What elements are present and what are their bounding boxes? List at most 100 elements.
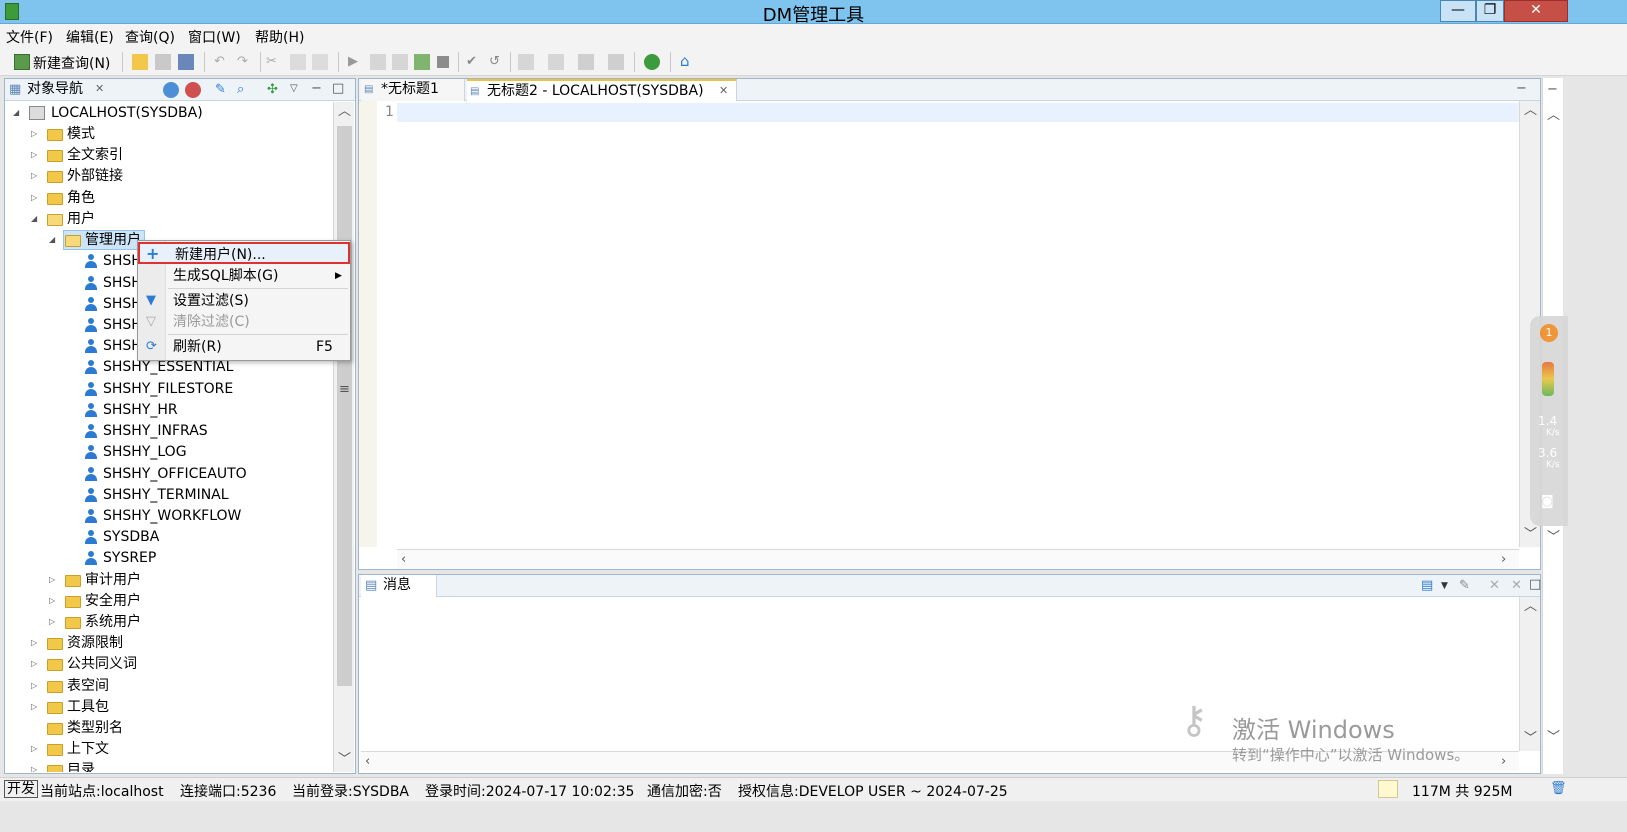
rollback-icon[interactable]: ↺ <box>489 54 500 70</box>
bug-icon[interactable] <box>644 54 660 70</box>
scroll-down-icon[interactable]: ﹀ <box>1524 527 1537 543</box>
message-list-icon[interactable]: ▤ <box>1421 578 1433 594</box>
current-line-highlight[interactable] <box>397 103 1537 122</box>
expand-arrow-icon[interactable]: ▷ <box>49 612 59 632</box>
explain-icon[interactable] <box>414 54 430 70</box>
view-menu-icon[interactable]: ▽ <box>290 81 298 97</box>
close-tab-icon[interactable]: ✕ <box>95 79 104 99</box>
minimize-view-icon[interactable]: − <box>1547 82 1558 98</box>
activation-watermark-title: 激活 Windows <box>1232 716 1395 744</box>
toolbar-separator <box>670 52 671 72</box>
scroll-up-icon[interactable]: ︿ <box>338 104 351 120</box>
maximize-button[interactable]: ❐ <box>1476 0 1504 22</box>
expand-arrow-icon[interactable]: ▷ <box>31 760 41 772</box>
maximize-view-icon[interactable]: □ <box>1529 577 1541 593</box>
run-icon[interactable]: ▶ <box>348 54 358 70</box>
menu-file[interactable]: 文件(F) <box>6 27 53 47</box>
editor-hscrollbar[interactable]: ‹ › <box>397 549 1519 569</box>
calendar-icon[interactable] <box>518 54 534 70</box>
messages-vscrollbar[interactable]: ︿ ﹀ <box>1519 597 1540 751</box>
minimize-view-icon[interactable]: − <box>1516 81 1527 97</box>
home-icon[interactable]: ⌂ <box>680 53 690 69</box>
scroll-up-icon[interactable]: ︿ <box>1547 108 1560 124</box>
menu-item-generate-sql[interactable]: 生成SQL脚本(G) ▶ <box>138 265 350 287</box>
scroll-down-icon[interactable]: ﹀ <box>1547 730 1560 746</box>
scroll-down-icon[interactable]: ﹀ <box>1547 530 1560 546</box>
scroll-right-icon[interactable]: › <box>1501 754 1506 770</box>
expand-arrow-icon[interactable]: ▷ <box>31 166 41 186</box>
scroll-left-icon[interactable]: ‹ <box>401 552 406 568</box>
collapse-icon[interactable]: ◢ <box>13 103 23 123</box>
save-icon[interactable] <box>155 54 171 70</box>
close-tab-icon[interactable]: ✕ <box>719 81 728 101</box>
scroll-down-icon[interactable]: ﹀ <box>338 752 351 768</box>
scroll-down-icon[interactable]: ﹀ <box>1524 731 1537 747</box>
menu-item-label: 设置过滤(S) <box>173 293 249 309</box>
new-query-button[interactable]: 新建查询(N) <box>33 53 110 73</box>
menu-item-refresh[interactable]: ⟳ 刷新(R) F5 <box>138 336 350 358</box>
collapse-icon[interactable]: ◢ <box>31 209 41 229</box>
schedule-icon[interactable] <box>548 54 564 70</box>
debug-step-icon[interactable] <box>578 54 594 70</box>
menu-item-clear-filter[interactable]: ▽ 清除过滤(C) <box>138 311 350 333</box>
garbage-collect-icon[interactable]: 🗑 <box>1550 781 1567 797</box>
tree-node-admin-users[interactable]: ◢ 管理用户 <box>45 230 145 250</box>
redo-icon[interactable]: ↷ <box>237 54 248 70</box>
run-selected-icon[interactable] <box>370 54 386 70</box>
copy-icon[interactable] <box>290 54 306 70</box>
expand-arrow-icon[interactable]: ▷ <box>31 124 41 144</box>
scroll-up-icon[interactable]: ︿ <box>1524 599 1537 615</box>
remove-icon[interactable]: ✕ <box>1489 578 1500 594</box>
minimize-button[interactable]: — <box>1440 0 1476 22</box>
save-all-icon[interactable] <box>178 54 194 70</box>
expand-arrow-icon[interactable]: ▷ <box>31 145 41 165</box>
expand-arrow-icon[interactable]: ▷ <box>31 654 41 674</box>
sql-file-icon: ▤ <box>470 86 480 97</box>
network-widget[interactable]: 1 1.4 K/s 3.6 K/s ◙ <box>1530 316 1568 526</box>
open-icon[interactable] <box>132 54 148 70</box>
tab-untitled-1[interactable]: ▤ *无标题1 <box>361 79 465 101</box>
navigator-scrollbar[interactable]: ︿ ≡ ﹀ <box>333 102 354 772</box>
menu-help[interactable]: 帮助(H) <box>255 27 304 47</box>
run-script-icon[interactable] <box>392 54 408 70</box>
scroll-thumb[interactable] <box>337 126 352 686</box>
minimize-view-icon[interactable]: − <box>311 81 322 97</box>
menu-window[interactable]: 窗口(W) <box>188 27 241 47</box>
search-icon[interactable]: ⌕ <box>237 82 244 98</box>
undo-icon[interactable]: ↶ <box>214 54 225 70</box>
expand-arrow-icon[interactable]: ▷ <box>31 633 41 653</box>
stop-icon[interactable] <box>437 56 449 68</box>
menu-item-set-filter[interactable]: ▼ 设置过滤(S) <box>138 290 350 312</box>
remove-all-icon[interactable]: ✕ <box>1511 578 1522 594</box>
tab-messages[interactable]: ▤ 消息 <box>361 575 437 597</box>
connect-icon[interactable] <box>163 82 179 98</box>
menu-edit[interactable]: 编辑(E) <box>66 27 114 47</box>
expand-arrow-icon[interactable]: ▷ <box>31 739 41 759</box>
scroll-right-icon[interactable]: › <box>1501 552 1506 568</box>
collapse-icon[interactable]: ◢ <box>49 230 59 250</box>
scroll-up-icon[interactable]: ︿ <box>1524 103 1537 119</box>
paste-icon[interactable] <box>312 54 328 70</box>
expand-arrow-icon[interactable]: ▷ <box>31 188 41 208</box>
expand-arrow-icon[interactable]: ▷ <box>31 676 41 696</box>
close-button[interactable]: ✕ <box>1504 0 1568 22</box>
edit-icon[interactable]: ✎ <box>215 82 226 98</box>
dropdown-icon[interactable]: ▼ <box>1441 578 1448 594</box>
cut-icon[interactable]: ✂ <box>266 54 277 70</box>
menu-item-new-user[interactable]: + 新建用户(N)... <box>138 242 350 264</box>
expand-arrow-icon[interactable]: ▷ <box>31 697 41 717</box>
step-over-icon[interactable] <box>608 54 624 70</box>
expand-arrow-icon[interactable]: ▷ <box>49 570 59 590</box>
clear-icon[interactable]: ✎ <box>1459 578 1470 594</box>
tab-untitled-2[interactable]: ▤ 无标题2 - LOCALHOST(SYSDBA) ✕ <box>467 79 737 101</box>
tab-object-navigator[interactable]: ▦ 对象导航 ✕ <box>9 79 109 101</box>
expand-arrow-icon[interactable]: ▷ <box>49 591 59 611</box>
camera-icon[interactable]: ◙ <box>1541 494 1554 510</box>
maximize-view-icon[interactable]: □ <box>332 81 344 97</box>
menu-query[interactable]: 查询(Q) <box>125 27 175 47</box>
scroll-left-icon[interactable]: ‹ <box>365 754 370 770</box>
new-query-icon[interactable] <box>14 54 30 70</box>
commit-icon[interactable]: ✔ <box>466 54 477 70</box>
expand-icon[interactable]: ✣ <box>267 82 278 98</box>
disconnect-icon[interactable] <box>185 82 201 98</box>
